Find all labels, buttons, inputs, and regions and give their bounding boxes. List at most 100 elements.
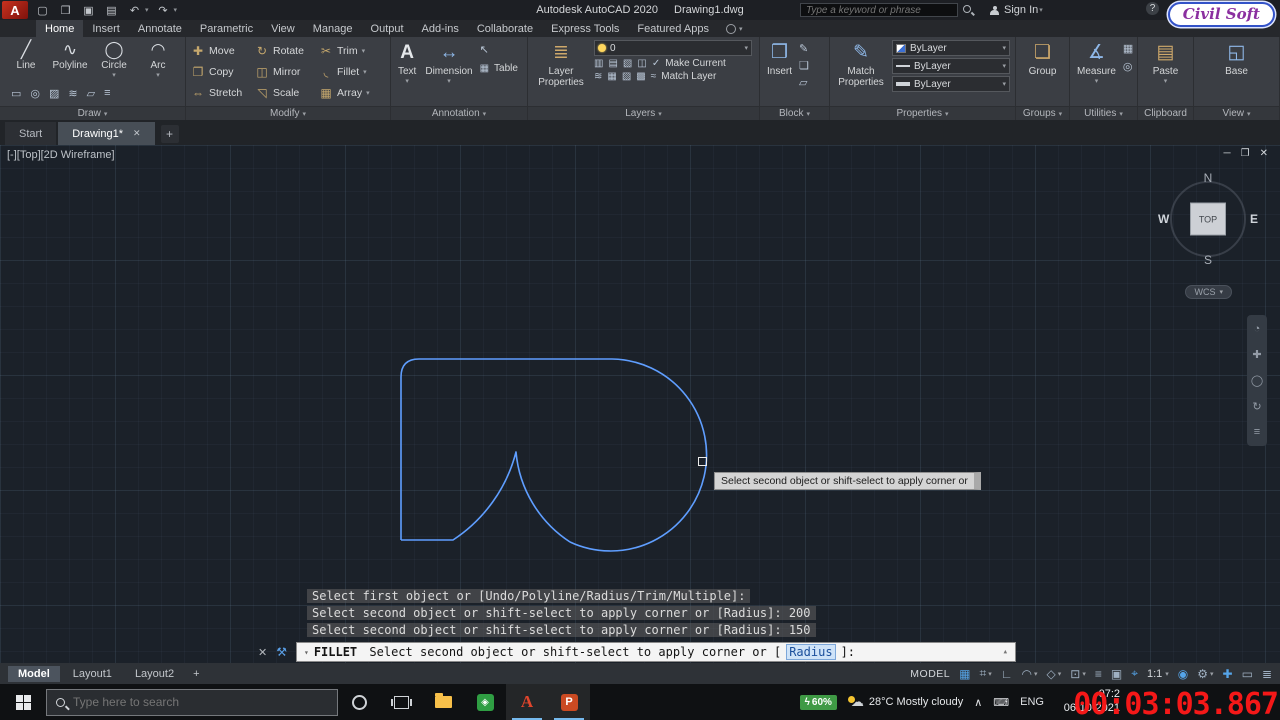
command-input-bar[interactable]: ▾ FILLET Select second object or shift-s…	[295, 642, 1016, 662]
hidden-icons-chevron[interactable]: ∧	[974, 696, 982, 709]
powerpoint-taskbar-button[interactable]: P	[548, 684, 590, 720]
keyword-search-input[interactable]	[800, 3, 958, 17]
fillet-polyline-shape[interactable]	[400, 358, 708, 552]
ribbon-tab-manage[interactable]: Manage	[304, 20, 362, 37]
lineweight-toggle-icon[interactable]: ≡	[1095, 667, 1102, 681]
command-history-up-icon[interactable]: ▴	[1003, 647, 1008, 657]
grid-toggle-icon[interactable]: ▦	[959, 667, 970, 681]
rotate-button[interactable]: ↻ Rotate	[255, 44, 319, 58]
mirror-button[interactable]: ◫ Mirror	[255, 65, 319, 79]
cortana-button[interactable]	[338, 684, 380, 720]
circle-tool-button[interactable]: ◯ Circle ▾	[93, 40, 135, 79]
command-customize-wrench-icon[interactable]: ⚒	[276, 645, 287, 659]
isometric-drafting-icon[interactable]: ◇ ▾	[1047, 667, 1062, 681]
ribbon-tab-output[interactable]: Output	[362, 20, 413, 37]
linetype-dropdown[interactable]: ByLayer ▾	[892, 58, 1010, 74]
rectangle-icon[interactable]: ▭	[11, 87, 21, 100]
quick-calc-icon[interactable]: ▦	[1123, 42, 1133, 55]
new-layout-button[interactable]: +	[187, 668, 205, 680]
ribbon-tab-insert[interactable]: Insert	[83, 20, 129, 37]
ribbon-options-button[interactable]: ▾	[718, 20, 751, 37]
selection-cycling-icon[interactable]: ▣	[1111, 667, 1122, 681]
layer-properties-button[interactable]: ≣ Layer Properties	[533, 40, 589, 89]
trim-button[interactable]: ✂ Trim ▾	[319, 44, 383, 58]
green-app-button[interactable]: ◈	[464, 684, 506, 720]
group-button[interactable]: ❏ Group	[1027, 40, 1059, 78]
help-icon[interactable]: ?	[1146, 2, 1159, 15]
lineweight-dropdown[interactable]: ByLayer ▾	[892, 76, 1010, 92]
stretch-button[interactable]: ⇔ Stretch	[191, 86, 255, 100]
layer-lock-icon[interactable]: ◫	[637, 58, 646, 69]
object-snap-icon[interactable]: ⊡ ▾	[1070, 667, 1086, 681]
close-tab-icon[interactable]: ✕	[133, 128, 141, 139]
insert-button[interactable]: ❒ Insert	[765, 40, 794, 78]
layer-thaw-icon[interactable]: ▨	[622, 71, 631, 82]
save-icon[interactable]: ▣	[80, 4, 97, 17]
layer-off-icon[interactable]: ≋	[594, 71, 602, 82]
layer-isolate-icon[interactable]: ▤	[608, 58, 617, 69]
layer-unlock-icon[interactable]: ▩	[636, 71, 645, 82]
recent-commands-caret-icon[interactable]: ▾	[304, 648, 309, 657]
clean-screen-icon[interactable]: ▭	[1242, 667, 1253, 681]
spline-icon[interactable]: ≋	[68, 87, 77, 100]
arc-tool-button[interactable]: ◠ Arc ▾	[137, 40, 179, 79]
model-tab[interactable]: Model	[8, 665, 60, 682]
move-button[interactable]: ✚ Move	[191, 44, 255, 58]
snap-mode-icon[interactable]: ⌗ ▾	[979, 666, 991, 681]
object-color-dropdown[interactable]: ByLayer ▾	[892, 40, 1010, 56]
ribbon-tab-annotate[interactable]: Annotate	[129, 20, 191, 37]
ribbon-tab-addins[interactable]: Add-ins	[413, 20, 468, 37]
polar-tracking-icon[interactable]: ◠ ▾	[1022, 667, 1038, 681]
drawing-geometry[interactable]	[0, 145, 1280, 663]
layer-state-icon[interactable]: ▥	[594, 58, 603, 69]
undo-icon[interactable]: ↶	[126, 4, 143, 17]
multiline-icon[interactable]: ≡	[104, 87, 110, 100]
hatch-icon[interactable]: ▨	[49, 87, 59, 100]
block-editor-icon[interactable]: ▱	[799, 76, 809, 89]
ribbon-tab-collaborate[interactable]: Collaborate	[468, 20, 542, 37]
redo-caret-icon[interactable]: ▾	[174, 6, 178, 14]
id-point-icon[interactable]: ◎	[1123, 60, 1133, 73]
block-panel-label[interactable]: Block ▾	[760, 106, 829, 120]
table-button[interactable]: ▦ Table	[480, 63, 518, 74]
draw-panel-label[interactable]: Draw ▾	[0, 106, 185, 120]
match-properties-button[interactable]: ✎ Match Properties	[835, 40, 887, 89]
annotation-scale-control[interactable]: 1:1 ▾	[1147, 668, 1169, 680]
file-tab-start[interactable]: Start	[5, 122, 57, 145]
battery-indicator[interactable]: ϟ 60%	[799, 694, 837, 710]
taskbar-search[interactable]	[46, 688, 338, 716]
ribbon-tab-featured-apps[interactable]: Featured Apps	[628, 20, 718, 37]
model-space-toggle[interactable]: MODEL	[910, 668, 950, 680]
modify-panel-label[interactable]: Modify ▾	[186, 106, 390, 120]
file-tab-drawing1[interactable]: Drawing1* ✕	[58, 122, 155, 145]
drawing-viewport[interactable]: [-][Top][2D Wireframe] ─ ❐ ✕ N S W E TOP…	[0, 145, 1280, 663]
open-file-icon[interactable]: ❒	[57, 4, 74, 17]
line-tool-button[interactable]: ╱ Line	[5, 40, 47, 79]
polyline-tool-button[interactable]: ∿ Polyline	[49, 40, 91, 79]
match-layer-button[interactable]: ≈ Match Layer	[651, 71, 717, 82]
view-panel-label[interactable]: View ▾	[1194, 106, 1279, 120]
undo-caret-icon[interactable]: ▾	[145, 6, 149, 14]
paste-button[interactable]: ▤ Paste ▾	[1151, 40, 1181, 87]
workspace-switching-icon[interactable]: ⚙ ▾	[1197, 667, 1213, 681]
ribbon-tab-home[interactable]: Home	[36, 20, 84, 37]
fillet-button[interactable]: ◟ Fillet ▾	[319, 65, 383, 79]
ribbon-tab-view[interactable]: View	[262, 20, 304, 37]
task-view-button[interactable]	[380, 684, 422, 720]
command-close-icon[interactable]: ✕	[258, 646, 267, 659]
clipboard-panel-label[interactable]: Clipboard	[1138, 106, 1193, 120]
leader-icon[interactable]: ↖	[480, 43, 518, 56]
layout2-tab[interactable]: Layout2	[125, 666, 184, 682]
taskbar-search-input[interactable]	[73, 695, 293, 709]
annotation-visibility-icon[interactable]: ◉	[1178, 667, 1188, 681]
language-indicator[interactable]: ENG	[1020, 696, 1044, 708]
measure-button[interactable]: ∡ Measure ▾	[1075, 40, 1118, 87]
layers-panel-label[interactable]: Layers ▾	[528, 106, 759, 120]
redo-icon[interactable]: ↷	[155, 4, 172, 17]
dimension-button[interactable]: ↔ Dimension ▾	[423, 40, 474, 87]
ribbon-tab-express-tools[interactable]: Express Tools	[542, 20, 628, 37]
groups-panel-label[interactable]: Groups ▾	[1016, 106, 1069, 120]
make-current-button[interactable]: ✓ Make Current	[652, 58, 726, 69]
annotation-panel-label[interactable]: Annotation ▾	[391, 106, 527, 120]
dynamic-input-icon[interactable]: ⌖	[1131, 666, 1138, 681]
